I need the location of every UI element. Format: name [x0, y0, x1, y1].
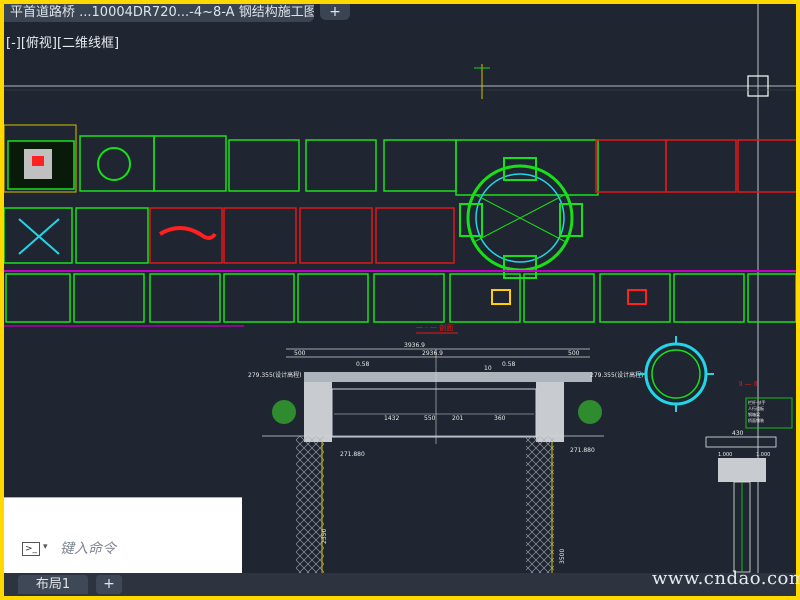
watermark-text: www.cndao.com [652, 568, 800, 589]
elevation-bottom-right: 271.880 [570, 447, 595, 454]
rail-note-line: 钢箱梁 [748, 411, 760, 417]
bridge-cross-section [262, 348, 604, 584]
rail-note-line: 人行道板 [748, 405, 764, 411]
rail-note-line: 栏杆-扶手 [748, 399, 765, 405]
column-detail [705, 397, 793, 573]
dim-1432: 1432 [384, 415, 399, 422]
rail-note: 栏杆-扶手 人行道板 钢箱梁 桥面铺装 [748, 399, 765, 423]
dim-550: 550 [424, 415, 436, 422]
dim-360: 360 [494, 415, 506, 422]
dim-2350: 2350 [321, 529, 328, 544]
elevation-bottom-left: 271.880 [340, 451, 365, 458]
command-line-panel: >_ ▾ [4, 497, 242, 573]
document-tab[interactable]: 平首道路桥 ...10004DR720...-4~8-A 钢结构施工图* [4, 4, 314, 22]
dim-430: 430 [732, 430, 744, 437]
elevation-left: 279.355(设计高程) [248, 371, 302, 379]
cad-viewport[interactable]: 一 - 一 剖面 3936.9 2936.9 500 500 0.58 0.58… [4, 4, 796, 596]
dim-058-right: 0.58 [502, 361, 516, 368]
viewport-controls-label[interactable]: [-][俯视][二维线框] [6, 32, 119, 51]
tab-layout1[interactable]: 布局1 [18, 575, 88, 594]
ring-plan-view [459, 157, 583, 279]
command-prompt-icon[interactable]: >_ [22, 542, 40, 556]
dim-058-left: 0.58 [356, 361, 370, 368]
dim-total-inner: 2936.9 [422, 350, 443, 357]
ring-detail [638, 336, 714, 412]
chevron-down-icon[interactable]: ▾ [43, 542, 48, 552]
add-layout-button[interactable]: + [96, 575, 122, 594]
new-tab-button[interactable]: + [320, 4, 350, 20]
sheet-row-2 [4, 207, 455, 264]
command-input[interactable] [60, 536, 236, 560]
dim-201: 201 [452, 415, 464, 422]
dim-1000-left: 1.000 [718, 452, 732, 458]
section-title-2: Ⅱ — Ⅱ [739, 380, 757, 388]
sheet-row-3 [4, 270, 796, 327]
dim-1000-right: 1.000 [756, 452, 770, 458]
dim-left-500: 500 [294, 350, 306, 357]
dim-3500: 3500 [559, 549, 566, 564]
rail-note-line: 桥面铺装 [748, 417, 764, 423]
dim-total-top: 3936.9 [404, 342, 425, 349]
dim-10: 10 [484, 365, 492, 372]
dim-right-500: 500 [568, 350, 580, 357]
elevation-right: 279.355(设计高程) [590, 371, 644, 379]
sheet-row-1 [4, 124, 796, 196]
section-title-1: 一 - 一 剖面 [416, 323, 453, 332]
